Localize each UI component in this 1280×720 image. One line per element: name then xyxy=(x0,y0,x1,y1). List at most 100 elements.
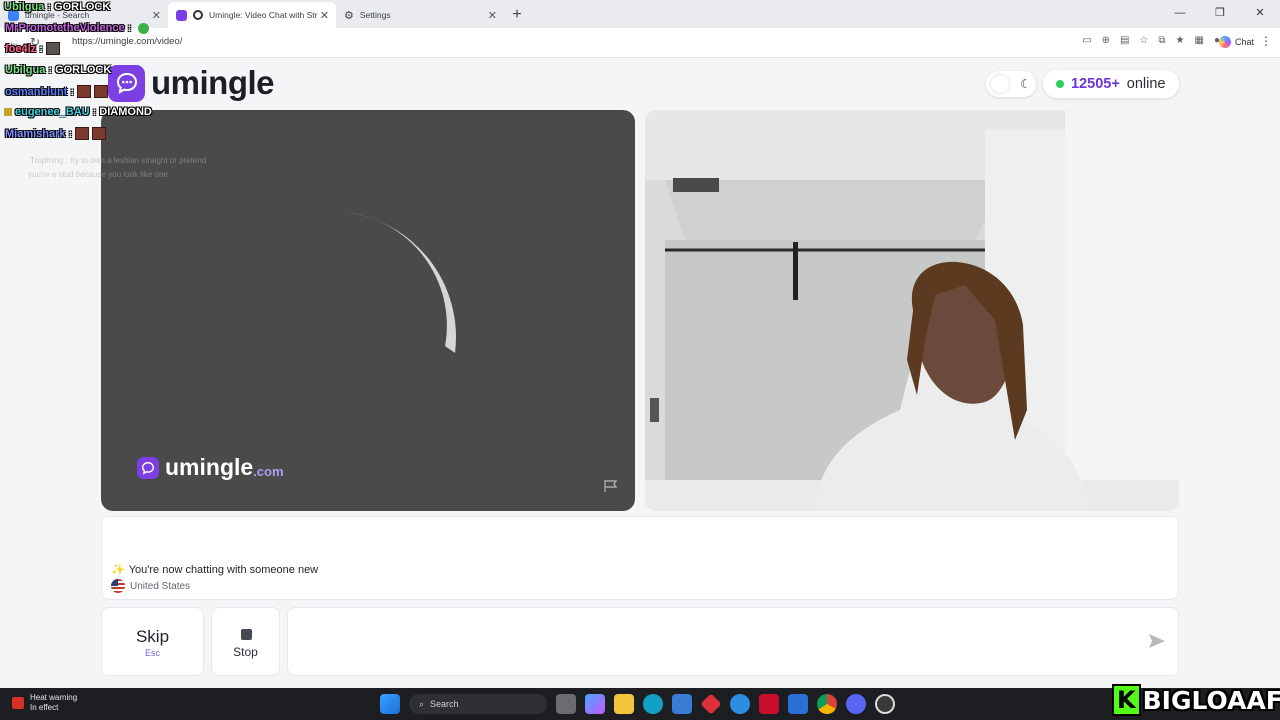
tab-settings[interactable]: ⚙ Settings ✕ xyxy=(336,2,504,28)
overlay-chat-line: osmanblunt : xyxy=(5,85,109,98)
close-tab-icon[interactable]: ✕ xyxy=(320,9,329,22)
edge-icon[interactable] xyxy=(643,694,663,714)
overlay-chat-line: MrPromotetheViolence : xyxy=(5,22,150,34)
file-explorer-icon[interactable] xyxy=(614,694,634,714)
watermark-suffix: .com xyxy=(253,464,284,479)
help-icon[interactable] xyxy=(730,694,750,714)
camera-icon[interactable]: ▭ xyxy=(1082,35,1091,46)
overlay-username: eugenee_BAU xyxy=(15,106,90,118)
task-view-icon[interactable] xyxy=(556,694,576,714)
url-field[interactable]: https://umingle.com/video/ xyxy=(72,36,182,47)
theme-toggle[interactable]: ☾ xyxy=(986,71,1036,97)
windows-taskbar: Heat warning In effect ⌕ Search xyxy=(0,688,1280,720)
emote-icon xyxy=(45,42,60,55)
favorites-icon[interactable]: ★ xyxy=(1176,35,1185,46)
report-flag-icon[interactable] xyxy=(603,479,619,493)
heat-warning-widget[interactable]: Heat warning In effect xyxy=(12,693,77,713)
discord-icon[interactable] xyxy=(846,694,866,714)
alert-subtitle: In effect xyxy=(30,703,59,712)
toggle-knob xyxy=(991,75,1009,93)
message-input-container xyxy=(287,607,1179,676)
overlay-username: Ubilgua xyxy=(5,64,46,76)
overlay-username: Miamishark xyxy=(5,127,66,140)
badge-icon xyxy=(4,108,12,116)
online-label: online xyxy=(1126,76,1166,92)
minimize-button[interactable]: — xyxy=(1160,0,1200,28)
skip-shortcut: Esc xyxy=(144,648,160,658)
site-logo[interactable]: umingle xyxy=(108,64,275,102)
overlay-username: osmanblunt xyxy=(5,85,68,98)
zoom-icon[interactable]: ⊕ xyxy=(1102,35,1110,46)
app-red-diamond-icon[interactable] xyxy=(700,693,722,715)
stop-label: Stop xyxy=(233,645,258,659)
overlay-text: : xyxy=(70,85,75,98)
more-menu-icon[interactable]: ⋮ xyxy=(1260,34,1272,48)
alert-title: Heat warning xyxy=(30,693,78,702)
mail-icon[interactable] xyxy=(788,694,808,714)
overlay-text: : xyxy=(127,22,132,34)
stranger-country: United States xyxy=(111,579,190,593)
close-tab-icon[interactable]: ✕ xyxy=(488,9,497,22)
close-window-button[interactable]: ✕ xyxy=(1240,0,1280,28)
emote-icon xyxy=(77,85,92,98)
stop-square-icon xyxy=(241,629,252,640)
emote-icon xyxy=(92,127,107,140)
address-bar: ← ↻ https://umingle.com/video/ ▭ ⊕ ▤ ☆ ⧉… xyxy=(0,28,1280,58)
favorite-star-icon[interactable]: ☆ xyxy=(1139,35,1148,46)
tab-umingle-video[interactable]: Umingle: Video Chat with Str ✕ xyxy=(168,2,336,28)
system-message: ✨ You're now chatting with someone new xyxy=(111,563,319,577)
store-icon[interactable] xyxy=(672,694,692,714)
new-tab-button[interactable]: + xyxy=(504,2,530,28)
reader-icon[interactable]: ▤ xyxy=(1120,35,1129,46)
chrome-icon[interactable] xyxy=(817,694,837,714)
copilot-icon[interactable] xyxy=(585,694,605,714)
emote-icon xyxy=(75,127,90,140)
recording-icon xyxy=(193,10,203,20)
mcafee-icon[interactable] xyxy=(759,694,779,714)
chat-bubble-logo-icon xyxy=(137,456,159,479)
online-dot-icon xyxy=(1056,80,1064,88)
umingle-watermark: umingle .com xyxy=(137,454,284,481)
emote-icon xyxy=(138,22,150,34)
extensions-icon[interactable]: ⧉ xyxy=(1158,35,1165,46)
taskbar-search[interactable]: ⌕ Search xyxy=(409,694,547,714)
overlay-faint-line: Trophvng : try to own a lesbian straight… xyxy=(30,156,207,165)
overlay-username: MrPromotetheViolence xyxy=(5,22,125,34)
streamer-watermark: K BIGLOAAF xyxy=(1112,684,1280,716)
copilot-chat-button[interactable]: Chat xyxy=(1218,36,1254,48)
collections-icon[interactable]: ▦ xyxy=(1195,35,1204,46)
stop-button[interactable]: Stop xyxy=(211,607,280,676)
umingle-favicon-icon xyxy=(176,9,187,21)
streamer-name: BIGLOAAF xyxy=(1142,685,1280,715)
watermark-text: umingle xyxy=(165,454,254,480)
tab-label: Umingle: Video Chat with Str xyxy=(209,10,318,20)
copilot-icon xyxy=(1218,36,1231,48)
country-name: United States xyxy=(130,580,191,592)
overlay-text: : xyxy=(39,42,43,55)
overlay-text: : xyxy=(68,127,73,140)
start-menu-icon[interactable] xyxy=(380,694,400,714)
kick-logo-icon: K xyxy=(1112,684,1141,716)
skip-button[interactable]: Skip Esc xyxy=(101,607,204,676)
overlay-text: : GORLOCK xyxy=(48,64,112,76)
overlay-chat-line: Ubilgua : GORLOCK xyxy=(4,1,110,13)
thermometer-icon xyxy=(12,697,24,709)
taskbar-apps: ⌕ Search xyxy=(380,693,895,715)
overlay-text: : GORLOCK xyxy=(47,1,111,13)
system-message-text: You're now chatting with someone new xyxy=(128,563,319,576)
close-tab-icon[interactable]: ✕ xyxy=(152,9,161,22)
message-input[interactable] xyxy=(300,628,1120,656)
search-icon: ⌕ xyxy=(419,698,425,709)
gear-icon: ⚙ xyxy=(344,9,354,22)
overlay-chat-line: Ubilgua : GORLOCK xyxy=(5,64,111,76)
restore-button[interactable]: ❐ xyxy=(1200,0,1240,28)
emote-icon xyxy=(94,85,109,98)
overlay-username: Ubilgua xyxy=(4,1,45,13)
online-count: 12505+ xyxy=(1071,76,1120,92)
chat-bubble-logo-icon xyxy=(108,64,145,102)
stranger-video-feed xyxy=(645,110,1179,511)
send-icon[interactable] xyxy=(1148,632,1166,650)
window-controls: — ❐ ✕ xyxy=(1160,0,1280,28)
overlay-chat-line: eugenee_BAU : DIAMOND xyxy=(4,106,152,118)
obs-icon[interactable] xyxy=(875,694,895,714)
